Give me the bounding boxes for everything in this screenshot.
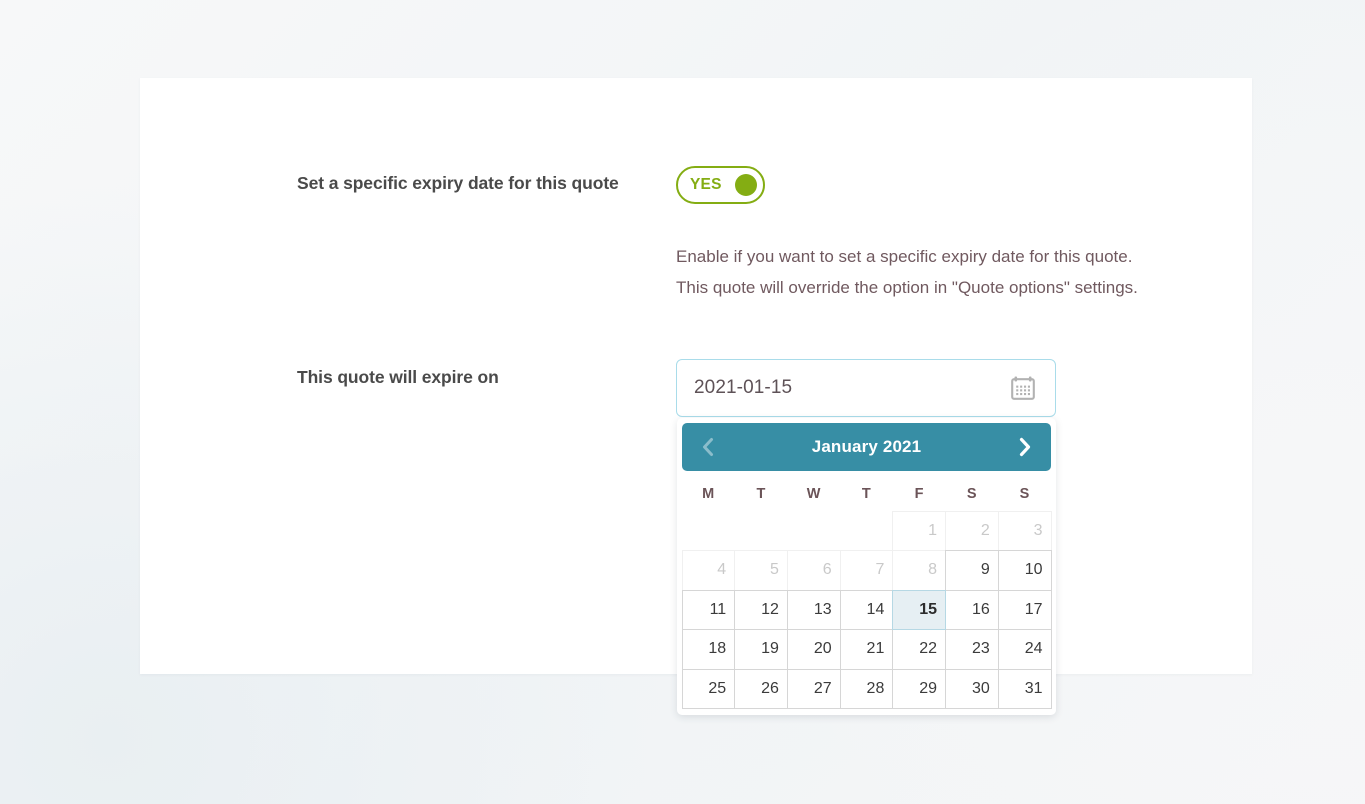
chevron-right-icon[interactable] (1012, 434, 1038, 460)
calendar-weekday: T (840, 481, 893, 507)
calendar-weekday: W (787, 481, 840, 507)
expiry-date-input[interactable]: 2021-01-15 (676, 359, 1056, 417)
calendar-day[interactable]: 25 (682, 669, 736, 710)
calendar-weekday: M (682, 481, 735, 507)
calendar-day: 1 (892, 511, 946, 552)
calendar-day[interactable]: 23 (945, 629, 999, 670)
helper-text-line-2: This quote will override the option in "… (676, 272, 1316, 303)
calendar-header: January 2021 (682, 423, 1051, 471)
calendar-day[interactable]: 12 (734, 590, 788, 631)
calendar-day[interactable]: 13 (787, 590, 841, 631)
calendar-day-grid[interactable]: 1234567891011121314151617181920212223242… (682, 511, 1051, 709)
expiry-helper-text: Enable if you want to set a specific exp… (676, 241, 1316, 303)
date-picker-popup[interactable]: January 2021 MTWTFSS 1234567891011121314… (677, 418, 1056, 715)
calendar-day: 5 (734, 550, 788, 591)
calendar-day[interactable]: 20 (787, 629, 841, 670)
calendar-day[interactable]: 11 (682, 590, 736, 631)
calendar-icon[interactable] (1010, 375, 1036, 401)
calendar-day[interactable]: 10 (998, 550, 1052, 591)
chevron-left-icon[interactable] (695, 434, 721, 460)
calendar-day: 4 (682, 550, 736, 591)
calendar-day[interactable]: 26 (734, 669, 788, 710)
calendar-day-empty (840, 511, 894, 552)
calendar-day-empty (734, 511, 788, 552)
calendar-day: 8 (892, 550, 946, 591)
calendar-weekday: S (998, 481, 1051, 507)
expire-on-label: This quote will expire on (297, 363, 627, 392)
calendar-day: 2 (945, 511, 999, 552)
calendar-weekday: F (893, 481, 946, 507)
expiry-toggle-state-label: YES (690, 176, 722, 194)
calendar-weekday: T (735, 481, 788, 507)
calendar-day: 3 (998, 511, 1052, 552)
expiry-date-value[interactable]: 2021-01-15 (677, 377, 1010, 399)
expiry-toggle[interactable]: YES (676, 166, 765, 204)
calendar-day[interactable]: 21 (840, 629, 894, 670)
calendar-day[interactable]: 16 (945, 590, 999, 631)
calendar-day[interactable]: 19 (734, 629, 788, 670)
calendar-day-selected[interactable]: 15 (892, 590, 946, 631)
calendar-day[interactable]: 22 (892, 629, 946, 670)
calendar-day[interactable]: 29 (892, 669, 946, 710)
calendar-weekday: S (946, 481, 999, 507)
expiry-toggle-label: Set a specific expiry date for this quot… (297, 169, 627, 198)
calendar-day[interactable]: 27 (787, 669, 841, 710)
calendar-day[interactable]: 14 (840, 590, 894, 631)
settings-card: Set a specific expiry date for this quot… (140, 78, 1252, 674)
page-background: Set a specific expiry date for this quot… (0, 0, 1365, 804)
toggle-knob (735, 174, 757, 196)
calendar-day-empty (787, 511, 841, 552)
calendar-day[interactable]: 9 (945, 550, 999, 591)
calendar-day[interactable]: 28 (840, 669, 894, 710)
calendar-day: 6 (787, 550, 841, 591)
helper-text-line-1: Enable if you want to set a specific exp… (676, 241, 1316, 272)
calendar-day[interactable]: 17 (998, 590, 1052, 631)
calendar-day-empty (682, 511, 736, 552)
calendar-day[interactable]: 24 (998, 629, 1052, 670)
calendar-day[interactable]: 18 (682, 629, 736, 670)
calendar-day: 7 (840, 550, 894, 591)
calendar-weekday-header: MTWTFSS (682, 481, 1051, 507)
calendar-month-title: January 2021 (721, 437, 1012, 457)
calendar-day[interactable]: 31 (998, 669, 1052, 710)
calendar-day[interactable]: 30 (945, 669, 999, 710)
